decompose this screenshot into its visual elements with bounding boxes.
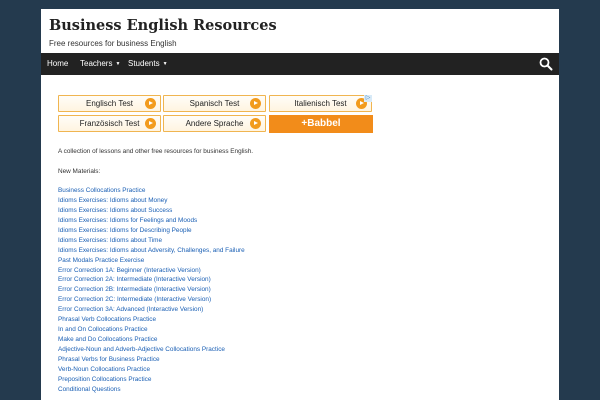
ad-button-andere-sprache[interactable]: Andere Sprache [163,115,266,132]
list-item: Error Correction 1A: Beginner (Interacti… [58,266,245,276]
material-link[interactable]: Idioms Exercises: Idioms about Adversity… [58,247,245,254]
caret-down-icon: ▼ [115,61,121,67]
material-link[interactable]: Past Modals Practice Exercise [58,257,144,264]
nav-item-label: Students [128,59,160,68]
intro-text: A collection of lessons and other free r… [58,148,254,155]
material-link[interactable]: Idioms Exercises: Idioms about Success [58,207,172,214]
search-icon[interactable] [539,57,553,71]
material-link[interactable]: Make and Do Collocations Practice [58,336,157,343]
list-item: Idioms Exercises: Idioms about Adversity… [58,246,245,256]
material-link[interactable]: Adjective-Noun and Adverb-Adjective Coll… [58,346,225,353]
ad-button-spanisch-test[interactable]: Spanisch Test [163,95,266,112]
material-link[interactable]: Idioms Exercises: Idioms for Describing … [58,227,192,234]
play-icon [250,98,261,109]
material-link[interactable]: In and On Collocations Practice [58,326,148,333]
list-item: Idioms Exercises: Idioms about Success [58,206,245,216]
material-link[interactable]: Error Correction 2B: Intermediate (Inter… [58,286,211,293]
nav-item-students[interactable]: Students ▼ [128,53,168,75]
material-link[interactable]: Error Correction 1A: Beginner (Interacti… [58,267,201,274]
list-item: Conditional Questions [58,385,245,395]
ad-button-franzoesisch-test[interactable]: Französisch Test [58,115,161,132]
page-container: Business English Resources Free resource… [41,9,559,400]
ad-button-label: Andere Sprache [185,119,244,128]
ad-choices-icon[interactable]: ▷ [364,95,372,102]
ad-button-label: Italienisch Test [294,99,347,108]
nav-item-label: Teachers [80,59,113,68]
material-link[interactable]: Phrasal Verb Collocations Practice [58,316,156,323]
list-item: Phrasal Verbs for Business Practice [58,355,245,365]
language-ad: Englisch Test Spanisch Test Italienisch … [58,95,373,135]
nav-item-teachers[interactable]: Teachers ▼ [80,53,120,75]
list-item: Phrasal Verb Collocations Practice [58,315,245,325]
ad-button-label: Spanisch Test [189,99,240,108]
list-item: Business Collocations Practice [58,186,245,196]
ad-button-englisch-test[interactable]: Englisch Test [58,95,161,112]
new-materials-heading: New Materials: [58,168,101,175]
material-link[interactable]: Conditional Questions [58,386,121,393]
material-link[interactable]: Idioms Exercises: Idioms about Money [58,197,167,204]
list-item: Error Correction 2C: Intermediate (Inter… [58,295,245,305]
nav-item-label: Home [47,59,69,68]
list-item: Past Modals Practice Exercise [58,256,245,266]
material-link[interactable]: Error Correction 2C: Intermediate (Inter… [58,296,211,303]
material-link[interactable]: Preposition Collocations Practice [58,376,151,383]
site-header: Business English Resources Free resource… [41,9,559,53]
material-link[interactable]: Business Collocations Practice [58,187,145,194]
list-item: Idioms Exercises: Idioms about Money [58,196,245,206]
material-link[interactable]: Error Correction 2A: Intermediate (Inter… [58,276,211,283]
list-item: Verb-Noun Collocations Practice [58,365,245,375]
material-link[interactable]: Phrasal Verbs for Business Practice [58,356,160,363]
ad-button-label: Englisch Test [86,99,133,108]
ad-button-label: Französisch Test [79,119,140,128]
list-item: Idioms Exercises: Idioms for Feelings an… [58,216,245,226]
material-link[interactable]: Verb-Noun Collocations Practice [58,366,150,373]
play-icon [145,98,156,109]
materials-list: Business Collocations Practice Idioms Exe… [58,186,245,395]
material-link[interactable]: Idioms Exercises: Idioms for Feelings an… [58,217,197,224]
caret-down-icon: ▼ [162,61,168,67]
list-item: Error Correction 2A: Intermediate (Inter… [58,275,245,285]
material-link[interactable]: Idioms Exercises: Idioms about Time [58,237,162,244]
list-item: In and On Collocations Practice [58,325,245,335]
play-icon [250,118,261,129]
site-title[interactable]: Business English Resources [49,17,551,35]
material-link[interactable]: Error Correction 3A: Advanced (Interacti… [58,306,203,313]
play-icon [145,118,156,129]
list-item: Idioms Exercises: Idioms about Time [58,236,245,246]
site-description: Free resources for business English [49,39,177,48]
list-item: Make and Do Collocations Practice [58,335,245,345]
babbel-logo-button[interactable]: +Babbel [269,115,373,133]
list-item: Error Correction 3A: Advanced (Interacti… [58,305,245,315]
main-nav: Home Teachers ▼ Students ▼ [41,53,559,75]
list-item: Idioms Exercises: Idioms for Describing … [58,226,245,236]
list-item: Adjective-Noun and Adverb-Adjective Coll… [58,345,245,355]
nav-item-home[interactable]: Home [47,53,68,75]
list-item: Preposition Collocations Practice [58,375,245,385]
ad-button-italienisch-test[interactable]: Italienisch Test [269,95,372,112]
list-item: Error Correction 2B: Intermediate (Inter… [58,285,245,295]
